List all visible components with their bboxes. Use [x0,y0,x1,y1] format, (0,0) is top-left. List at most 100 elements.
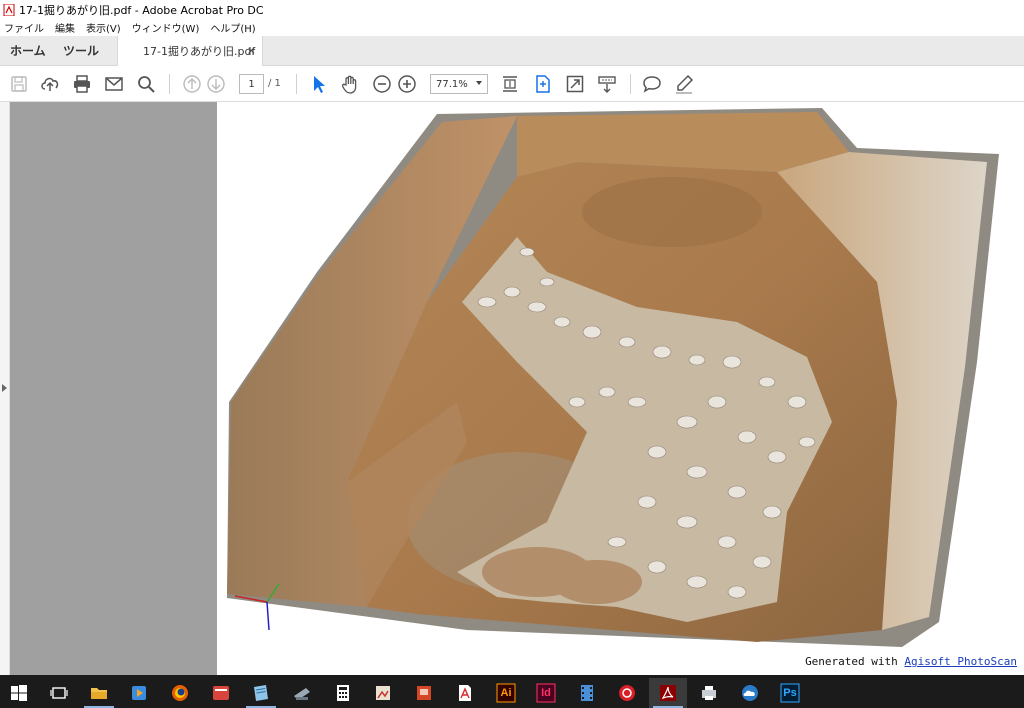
taskbar-calculator[interactable] [324,678,362,708]
highlight-pen-icon [676,74,694,94]
select-cursor-icon [314,76,325,93]
menu-edit[interactable]: 編集 [55,20,75,35]
taskbar-powerpoint[interactable] [405,678,443,708]
calculator-icon [337,685,349,701]
taskbar-app-scanner[interactable] [283,678,321,708]
agisoft-link[interactable]: Agisoft PhotoScan [904,655,1017,668]
scanner-icon [294,688,310,700]
printer-app-icon [702,686,716,700]
next-page-button[interactable] [205,73,227,95]
red-app-icon [213,686,229,700]
taskbar: Ai Id Ps [0,675,1024,708]
menu-file[interactable]: ファイル [4,20,44,35]
toolbar: 1 / 1 77.1% [0,66,1024,102]
tab-home[interactable]: ホーム [10,36,46,65]
window-title: 17-1掘りあがり旧.pdf - Adobe Acrobat Pro DC [19,3,264,17]
highlight-button[interactable] [673,73,695,95]
page-down-icon [207,75,225,93]
read-mode-button[interactable] [596,73,618,95]
zoom-out-icon [373,75,391,93]
close-tab-icon[interactable]: × [247,44,256,57]
title-bar: 17-1掘りあがり旧.pdf - Adobe Acrobat Pro DC [0,0,1024,19]
pdf-file-icon [3,3,15,16]
media-player-icon [132,686,146,700]
tab-bar: ホーム ツール 17-1掘りあがり旧.pdf × [0,36,1024,66]
menu-help[interactable]: ヘルプ(H) [210,20,255,35]
footer-text: Generated with [805,655,905,668]
notes-icon [254,685,268,701]
windows-logo-icon [11,685,27,701]
task-view-icon [50,687,68,699]
comment-icon [643,76,661,93]
page-number-input[interactable]: 1 [239,74,264,94]
save-icon [11,76,27,92]
left-panel-strip [0,102,10,675]
taskbar-firefox[interactable] [161,678,199,708]
creative-cloud-icon [619,685,635,701]
chevron-down-icon [476,81,482,85]
save-button[interactable] [8,73,30,95]
search-icon [138,76,155,93]
taskbar-acrobat-reader[interactable] [446,678,484,708]
taskbar-creative-cloud[interactable] [608,678,646,708]
document-background [10,102,217,675]
email-icon [105,77,123,91]
indesign-label: Id [541,687,551,699]
excavation-scan-image [227,108,999,647]
taskbar-app-red[interactable] [202,678,240,708]
taskbar-photoshop[interactable]: Ps [771,678,809,708]
taskbar-acrobat-pro[interactable] [649,678,687,708]
taskbar-app-viewer[interactable] [364,678,402,708]
page-up-icon [183,75,201,93]
tab-document[interactable]: 17-1掘りあがり旧.pdf × [117,36,263,66]
acrobat-reader-icon [459,685,471,701]
zoom-out-button[interactable] [371,73,393,95]
folder-icon [91,688,107,699]
taskbar-app-film[interactable] [568,678,606,708]
taskbar-media-player[interactable] [120,678,158,708]
select-tool-button[interactable] [308,73,330,95]
photoscan-footer: Generated with Agisoft PhotoScan [805,655,1017,668]
illustrator-label: Ai [500,687,512,699]
comment-button[interactable] [641,73,663,95]
zoom-level-value: 77.1% [436,78,468,90]
film-icon [581,685,593,701]
taskbar-app-cloud[interactable] [731,678,769,708]
menu-view[interactable]: 表示(V) [86,20,121,35]
scroll-mode-button[interactable] [499,73,521,95]
tab-tools[interactable]: ツール [63,36,99,65]
photoshop-label: Ps [783,687,797,699]
fit-page-button[interactable] [532,73,554,95]
taskbar-file-explorer[interactable] [80,678,118,708]
start-button[interactable] [0,678,38,708]
upload-button[interactable] [39,73,61,95]
email-button[interactable] [103,73,125,95]
hand-icon [341,75,357,94]
zoom-in-button[interactable] [396,73,418,95]
acrobat-pro-icon [660,685,676,701]
page-total: / 1 [268,78,281,89]
taskbar-app-print[interactable] [690,678,728,708]
taskbar-app-notes[interactable] [242,678,280,708]
fit-page-icon [536,75,550,93]
task-view-button[interactable] [40,678,78,708]
full-screen-button[interactable] [564,73,586,95]
menu-bar: ファイル 編集 表示(V) ウィンドウ(W) ヘルプ(H) [0,19,1024,36]
print-button[interactable] [71,73,93,95]
powerpoint-icon [417,686,431,700]
taskbar-indesign[interactable]: Id [527,678,565,708]
hand-tool-button[interactable] [339,73,361,95]
zoom-in-icon [398,75,416,93]
document-page: Generated with Agisoft PhotoScan [217,102,1024,675]
search-button[interactable] [135,73,157,95]
expand-panel-icon[interactable] [2,384,7,392]
menu-window[interactable]: ウィンドウ(W) [132,20,200,35]
previous-page-button[interactable] [181,73,203,95]
toolbar-separator [296,74,297,94]
scroll-mode-icon [503,76,517,92]
toolbar-separator [169,74,170,94]
taskbar-illustrator[interactable]: Ai [487,678,525,708]
zoom-level-select[interactable]: 77.1% [430,74,488,94]
cloud-app-icon [742,685,758,701]
toolbar-separator [630,74,631,94]
